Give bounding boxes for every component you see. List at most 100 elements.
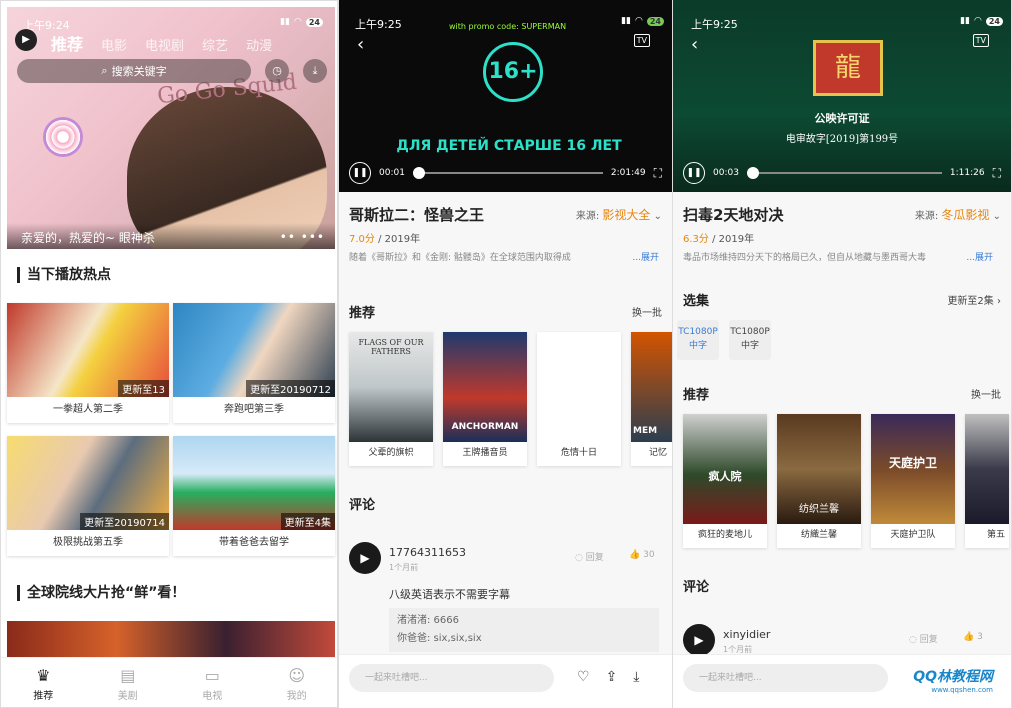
episode-item[interactable]: TC1080P 中字: [677, 320, 719, 360]
nav-tab-variety[interactable]: 综艺: [202, 35, 228, 54]
cast-tv-icon[interactable]: TV: [972, 34, 989, 47]
cinema-banner[interactable]: [7, 621, 335, 661]
chevron-down-icon: ⌄: [653, 211, 662, 222]
video-card[interactable]: 更新至4集 带着爸爸去留学: [173, 436, 335, 556]
like-button[interactable]: 👍 3: [963, 632, 983, 642]
video-card[interactable]: 更新至20190712 奔跑吧第三季: [173, 303, 335, 423]
poster-card[interactable]: 天庭护卫 天庭护卫队: [871, 414, 955, 548]
back-icon[interactable]: ‹: [357, 34, 364, 55]
nav-tab-recommend[interactable]: 推荐: [51, 31, 83, 55]
nav-tab-anime[interactable]: 动漫: [246, 35, 272, 54]
card-thumbnail: 更新至20190712: [173, 303, 335, 397]
poster-title: 第五: [987, 530, 1006, 540]
hero-caption-bar: 亲爱的，热爱的~ 眼神杀 •• •••: [7, 223, 335, 249]
promo-text: with promo code: SUPERMAN: [449, 22, 567, 31]
source-label: 来源:: [914, 211, 939, 222]
poster-title: 疯狂的麦地儿: [697, 530, 752, 540]
battery-icon: 24: [646, 16, 664, 26]
progress-slider[interactable]: [746, 167, 942, 179]
section-title-cinema: 全球院线大片抢“鲜”看！: [17, 585, 185, 601]
poster-card[interactable]: ANCHORMAN 王牌播音员: [443, 332, 527, 466]
download-icon[interactable]: ⤓: [303, 59, 327, 83]
back-icon[interactable]: ‹: [691, 34, 698, 55]
battery-icon: 24: [985, 16, 1003, 26]
signal-icon: ▮▮: [280, 17, 290, 27]
card-title: 带着爸爸去留学: [219, 537, 289, 548]
wifi-icon: ◠: [294, 17, 302, 27]
poster-image: FLAGS OF OUR FATHERS: [349, 332, 433, 442]
source-value: 冬瓜影视: [941, 208, 990, 222]
video-card[interactable]: 更新至13 一拳超人第二季: [7, 303, 169, 423]
pause-icon[interactable]: ❚❚: [349, 162, 371, 184]
update-badge: 更新至4集: [280, 513, 335, 530]
comment-input[interactable]: 一起来吐槽吧...: [683, 664, 888, 692]
episode-sub: 中字: [740, 341, 759, 351]
search-bar[interactable]: ⌕ 搜索关键字: [17, 59, 251, 83]
poster-title: 记忆: [649, 448, 668, 458]
episodes-link[interactable]: 更新至2集 ›: [947, 292, 1001, 307]
progress-slider[interactable]: [412, 167, 603, 179]
refresh-link[interactable]: 换一批: [632, 304, 662, 319]
progress-knob[interactable]: [746, 167, 759, 179]
card-title: 奔跑吧第三季: [224, 404, 284, 415]
pause-icon[interactable]: ❚❚: [683, 162, 705, 184]
refresh-link[interactable]: 换一批: [971, 386, 1001, 401]
nav-tab-tv[interactable]: 电视剧: [145, 35, 184, 54]
poster-card[interactable]: 纺织兰馨 纺織兰馨: [777, 414, 861, 548]
like-count: 30: [643, 550, 655, 560]
card-thumbnail: 更新至13: [7, 303, 169, 397]
favorite-icon[interactable]: ♡: [577, 669, 590, 685]
comment-text: 八级英语表示不需要字幕: [389, 588, 510, 601]
reply-label: 回复: [919, 635, 938, 645]
episodes-link-label: 更新至2集: [947, 296, 994, 307]
comment-item: ▶ xinyidier 1个月前 ◌ 回复 👍 3: [683, 624, 999, 656]
status-time: 上午9:25: [355, 18, 402, 31]
avatar[interactable]: ▶: [683, 624, 715, 656]
episode-quality: TC1080P: [730, 327, 770, 337]
episode-item[interactable]: TC1080P 中字: [729, 320, 771, 360]
poster-card[interactable]: 第五: [965, 414, 1009, 548]
comment-user[interactable]: xinyidier: [723, 628, 770, 641]
poster-card[interactable]: FLAGS OF OUR FATHERS 父辈的旗帜: [349, 332, 433, 466]
poster-image: 疯人院: [683, 414, 767, 524]
like-button[interactable]: 👍 30: [629, 550, 655, 560]
source-selector[interactable]: 来源: 冬瓜影视 ⌄: [915, 206, 1001, 223]
source-selector[interactable]: 来源: 影视大全 ⌄: [576, 206, 662, 223]
poster-card[interactable]: 疯人院 疯狂的麦地儿: [683, 414, 767, 548]
episode-sub: 中字: [688, 341, 707, 351]
comment-user[interactable]: 17764311653: [389, 546, 466, 559]
tab-recommend[interactable]: ♛ 推荐: [1, 658, 86, 707]
progress-knob[interactable]: [412, 167, 425, 179]
detail-screen-sao-du: 龍 公映许可证 电审故字[2019]第199号 ❚❚ 00:03 1:11:26…: [672, 0, 1012, 708]
download-icon[interactable]: ⤓: [633, 669, 639, 685]
share-icon[interactable]: ⇪: [606, 669, 618, 685]
reply-button[interactable]: ◌ 回复: [575, 550, 604, 563]
status-icons: ▮▮ ◠ 24: [960, 16, 1003, 26]
video-card[interactable]: 更新至20190714 极限挑战第五季: [7, 436, 169, 556]
avatar[interactable]: ▶: [349, 542, 381, 574]
poster-card[interactable]: MEM 记忆: [631, 332, 672, 466]
reply-button[interactable]: ◌ 回复: [909, 632, 938, 645]
video-meta: 6.3分 / 2019年: [683, 230, 754, 245]
update-badge: 更新至13: [118, 380, 169, 397]
reply-icon: ◌: [575, 553, 583, 563]
chevron-down-icon: ⌄: [992, 211, 1001, 222]
nav-tab-movie[interactable]: 电影: [101, 35, 127, 54]
expand-link[interactable]: ...展开: [628, 250, 659, 263]
tab-us-drama[interactable]: ▤ 美剧: [86, 658, 171, 707]
expand-link[interactable]: ...展开: [962, 250, 993, 263]
site-watermark: QQ林教程网 www.qqshen.com: [913, 666, 993, 694]
section-title-hot: 当下播放热点: [17, 267, 111, 283]
fullscreen-icon[interactable]: ⛶: [654, 166, 662, 181]
reply-item: 你爸爸: six,six,six: [397, 633, 482, 644]
tab-tv[interactable]: ▭ 电视: [170, 658, 255, 707]
comment-input[interactable]: 一起来吐槽吧...: [349, 664, 554, 692]
history-icon[interactable]: ◷: [265, 59, 289, 83]
tab-profile[interactable]: ☺ 我的: [255, 658, 338, 707]
fullscreen-icon[interactable]: ⛶: [993, 166, 1001, 181]
cast-tv-icon[interactable]: TV: [633, 34, 650, 47]
poster-art-text: 纺织兰馨: [799, 504, 839, 515]
reply-list[interactable]: 渚渚渚: 6666 你爸爸: six,six,six: [389, 608, 659, 652]
age-rating-badge: 16+: [483, 42, 543, 102]
poster-card[interactable]: 危情十日: [537, 332, 621, 466]
